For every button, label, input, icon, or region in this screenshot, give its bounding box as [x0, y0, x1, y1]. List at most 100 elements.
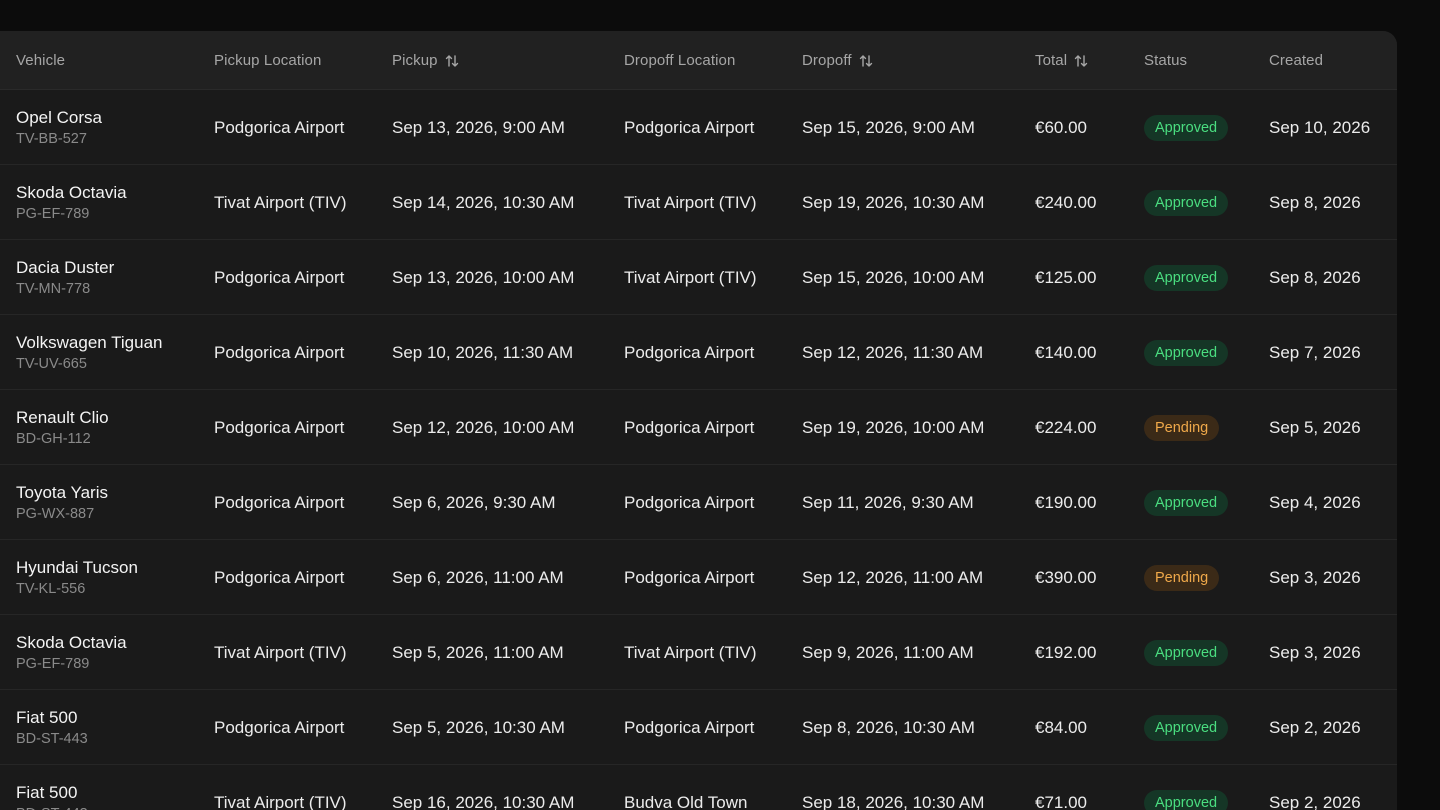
vehicle-cell: Hyundai Tucson TV-KL-556	[16, 540, 138, 615]
vehicle-cell: Volkswagen Tiguan TV-UV-665	[16, 315, 163, 390]
total-cell: €60.00	[1035, 117, 1087, 137]
total-cell: €71.00	[1035, 792, 1087, 810]
table-row[interactable]: Skoda Octavia PG-EF-789 Tivat Airport (TIV…	[0, 165, 1397, 240]
sort-arrows-icon[interactable]	[858, 53, 874, 69]
total-cell: €390.00	[1035, 567, 1097, 587]
dropoff-location-cell: Podgorica Airport	[624, 717, 755, 737]
vehicle-cell: Fiat 500 BD-ST-443	[16, 690, 88, 765]
vehicle-name: Hyundai Tucson	[16, 557, 138, 577]
created-date-cell: Sep 3, 2026	[1269, 567, 1361, 587]
dropoff-location-cell: Podgorica Airport	[624, 117, 755, 137]
table-row[interactable]: Fiat 500 BD-ST-443 Tivat Airport (TIV) Sep …	[0, 765, 1397, 810]
table-row[interactable]: Dacia Duster TV-MN-778 Podgorica Airport Se…	[0, 240, 1397, 315]
status-badge: Approved	[1144, 714, 1229, 741]
table-row[interactable]: Toyota Yaris PG-WX-887 Podgorica Airport Se…	[0, 465, 1397, 540]
status-badge: Approved	[1144, 114, 1229, 141]
status-cell: Approved	[1144, 90, 1229, 165]
vehicle-name: Volkswagen Tiguan	[16, 332, 163, 352]
vehicle-cell: Toyota Yaris PG-WX-887	[16, 465, 108, 540]
dropoff-location-cell: Podgorica Airport	[624, 342, 755, 362]
table-body: Opel Corsa TV-BB-527 Podgorica Airport Sep …	[0, 90, 1397, 810]
column-header-vehicle: Vehicle	[16, 31, 65, 90]
total-cell: €224.00	[1035, 417, 1097, 437]
column-header-label: Vehicle	[16, 52, 66, 69]
bookings-table: Vehicle Pickup Location Pickup Dropoff L…	[0, 31, 1397, 810]
license-plate: PG-WX-887	[16, 505, 95, 522]
created-date-cell: Sep 4, 2026	[1269, 492, 1361, 512]
column-header-label[interactable]: Pickup	[392, 52, 438, 69]
sort-arrows-icon[interactable]	[1073, 53, 1089, 69]
sort-arrows-icon[interactable]	[444, 53, 460, 69]
dropoff-datetime-cell: Sep 18, 2026, 10:30 AM	[802, 792, 985, 810]
status-cell: Approved	[1144, 615, 1229, 690]
column-header-total[interactable]: Total	[1035, 31, 1089, 90]
column-header-label: Dropoff Location	[624, 52, 736, 69]
vehicle-cell: Skoda Octavia PG-EF-789	[16, 165, 127, 240]
table-row[interactable]: Volkswagen Tiguan TV-UV-665 Podgorica Airp…	[0, 315, 1397, 390]
dropoff-location-cell: Tivat Airport (TIV)	[624, 642, 757, 662]
column-header-dropoff-location: Dropoff Location	[624, 31, 735, 90]
created-date-cell: Sep 7, 2026	[1269, 342, 1361, 362]
dropoff-location-cell: Budva Old Town	[624, 792, 748, 810]
status-cell: Approved	[1144, 315, 1229, 390]
pickup-datetime-cell: Sep 6, 2026, 11:00 AM	[392, 567, 564, 587]
created-date-cell: Sep 8, 2026	[1269, 192, 1361, 212]
column-header-label[interactable]: Dropoff	[802, 52, 852, 69]
table-row[interactable]: Skoda Octavia PG-EF-789 Tivat Airport (TIV…	[0, 615, 1397, 690]
column-header-dropoff[interactable]: Dropoff	[802, 31, 874, 90]
pickup-location-cell: Tivat Airport (TIV)	[214, 642, 347, 662]
vehicle-name: Fiat 500	[16, 707, 78, 727]
column-header-created: Created	[1269, 31, 1323, 90]
table-row[interactable]: Opel Corsa TV-BB-527 Podgorica Airport Sep …	[0, 90, 1397, 165]
status-badge: Pending	[1144, 564, 1220, 591]
table-row[interactable]: Hyundai Tucson TV-KL-556 Podgorica Airport…	[0, 540, 1397, 615]
license-plate: TV-UV-665	[16, 355, 87, 372]
pickup-location-cell: Tivat Airport (TIV)	[214, 192, 347, 212]
created-date-cell: Sep 5, 2026	[1269, 417, 1361, 437]
pickup-datetime-cell: Sep 5, 2026, 10:30 AM	[392, 717, 565, 737]
dropoff-datetime-cell: Sep 15, 2026, 9:00 AM	[802, 117, 975, 137]
pickup-location-cell: Tivat Airport (TIV)	[214, 792, 347, 810]
column-header-label[interactable]: Total	[1035, 52, 1067, 69]
total-cell: €190.00	[1035, 492, 1097, 512]
license-plate: BD-ST-443	[16, 730, 88, 747]
table-row[interactable]: Renault Clio BD-GH-112 Podgorica Airport Se…	[0, 390, 1397, 465]
column-header-pickup-location: Pickup Location	[214, 31, 321, 90]
pickup-location-cell: Podgorica Airport	[214, 567, 345, 587]
column-header-status: Status	[1144, 31, 1187, 90]
vehicle-name: Skoda Octavia	[16, 632, 127, 652]
pickup-location-cell: Podgorica Airport	[214, 117, 345, 137]
dropoff-location-cell: Podgorica Airport	[624, 417, 755, 437]
vehicle-name: Toyota Yaris	[16, 482, 108, 502]
pickup-datetime-cell: Sep 12, 2026, 10:00 AM	[392, 417, 575, 437]
pickup-datetime-cell: Sep 14, 2026, 10:30 AM	[392, 192, 575, 212]
status-badge: Pending	[1144, 414, 1220, 441]
vehicle-name: Renault Clio	[16, 407, 109, 427]
dropoff-datetime-cell: Sep 12, 2026, 11:00 AM	[802, 567, 984, 587]
dropoff-datetime-cell: Sep 19, 2026, 10:00 AM	[802, 417, 985, 437]
dropoff-location-cell: Podgorica Airport	[624, 567, 755, 587]
status-cell: Approved	[1144, 465, 1229, 540]
status-cell: Approved	[1144, 765, 1229, 810]
pickup-datetime-cell: Sep 13, 2026, 9:00 AM	[392, 117, 565, 137]
total-cell: €140.00	[1035, 342, 1097, 362]
pickup-datetime-cell: Sep 5, 2026, 11:00 AM	[392, 642, 564, 662]
created-date-cell: Sep 3, 2026	[1269, 642, 1361, 662]
dropoff-location-cell: Tivat Airport (TIV)	[624, 267, 757, 287]
dropoff-datetime-cell: Sep 12, 2026, 11:30 AM	[802, 342, 984, 362]
column-header-pickup[interactable]: Pickup	[392, 31, 460, 90]
license-plate: PG-EF-789	[16, 655, 90, 672]
vehicle-cell: Renault Clio BD-GH-112	[16, 390, 109, 465]
status-cell: Pending	[1144, 540, 1220, 615]
license-plate: TV-BB-527	[16, 130, 87, 147]
status-badge: Approved	[1144, 189, 1229, 216]
status-badge: Approved	[1144, 789, 1229, 810]
pickup-datetime-cell: Sep 16, 2026, 10:30 AM	[392, 792, 575, 810]
license-plate: BD-ST-443	[16, 804, 88, 810]
vehicle-cell: Fiat 500 BD-ST-443	[16, 765, 88, 810]
vehicle-name: Skoda Octavia	[16, 182, 127, 202]
status-cell: Approved	[1144, 165, 1229, 240]
license-plate: BD-GH-112	[16, 430, 91, 447]
table-row[interactable]: Fiat 500 BD-ST-443 Podgorica Airport Sep 5,…	[0, 690, 1397, 765]
table-header: Vehicle Pickup Location Pickup Dropoff L…	[0, 31, 1397, 90]
